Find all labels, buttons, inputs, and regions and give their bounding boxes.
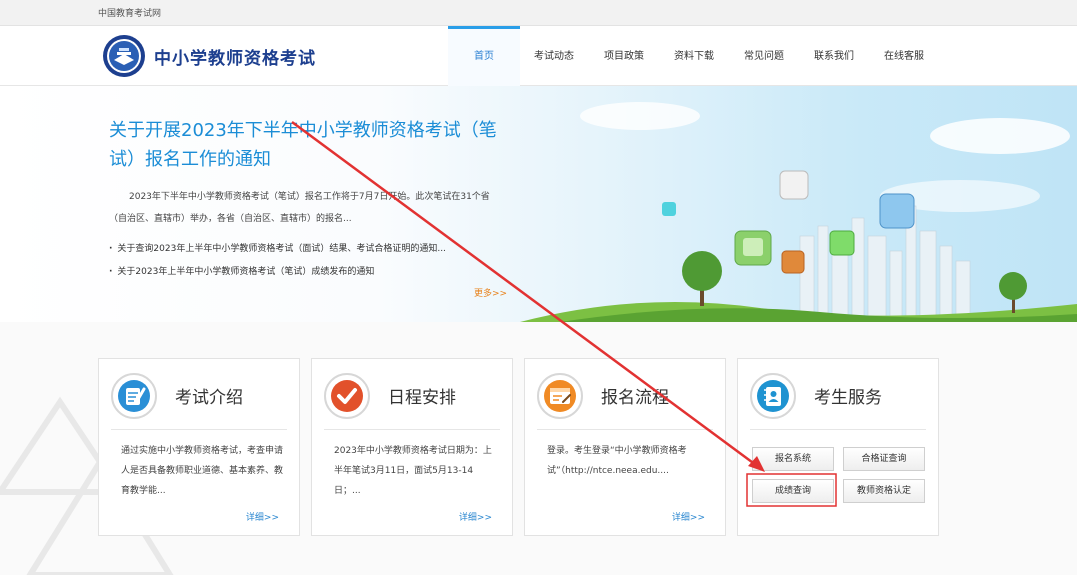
card-registration-process: 报名流程 登录。考生登录“中小学教师资格考试”（http://ntce.neea…: [524, 358, 726, 536]
nav-home[interactable]: 首页: [448, 26, 520, 86]
nav-policy[interactable]: 项目政策: [596, 26, 652, 86]
card-exam-intro: 考试介绍 通过实施中小学教师资格考试，考查申请人是否具备教师职业道德、基本素养、…: [98, 358, 300, 536]
certificate-query-button[interactable]: 合格证查询: [843, 447, 925, 471]
nav-contact[interactable]: 联系我们: [806, 26, 862, 86]
news-list: 关于查询2023年上半年中小学教师资格考试（面试）结果、考试合格证明的通知...…: [109, 238, 499, 284]
top-bar: 中国教育考试网: [0, 0, 1077, 26]
site-name[interactable]: 中国教育考试网: [98, 6, 161, 19]
nav-faq[interactable]: 常见问题: [736, 26, 792, 86]
nav-exam-news[interactable]: 考试动态: [526, 26, 582, 86]
card-title[interactable]: 日程安排: [388, 383, 456, 408]
card-title[interactable]: 考生服务: [814, 383, 882, 408]
divider: [537, 429, 713, 430]
more-news-link[interactable]: 更多>>: [474, 286, 507, 299]
card-schedule: 日程安排 2023年中小学教师资格考试日期为：上半年笔试3月11日，面试5月13…: [311, 358, 513, 536]
detail-link[interactable]: 详细>>: [459, 510, 492, 523]
card-description: 2023年中小学教师资格考试日期为：上半年笔试3月11日，面试5月13-14日；…: [334, 446, 492, 496]
headline-summary: 2023年下半年中小学教师资格考试（笔试）报名工作将于7月7日开始。此次笔试在3…: [109, 192, 490, 224]
nav-downloads[interactable]: 资料下载: [666, 26, 722, 86]
detail-link[interactable]: 详细>>: [246, 510, 279, 523]
schedule-check-icon: [324, 373, 370, 419]
divider: [750, 429, 926, 430]
registration-form-icon: [537, 373, 583, 419]
detail-link[interactable]: 详细>>: [672, 510, 705, 523]
card-description: 通过实施中小学教师资格考试，考查申请人是否具备教师职业道德、基本素养、教育教学能…: [121, 446, 284, 496]
registration-system-button[interactable]: 报名系统: [752, 447, 834, 471]
header: 中小学教师资格考试 首页 考试动态 项目政策 资料下载 常见问题 联系我们 在线…: [0, 26, 1077, 86]
exam-intro-icon: [111, 373, 157, 419]
logo-emblem-icon[interactable]: [102, 34, 146, 78]
teacher-certification-button[interactable]: 教师资格认定: [843, 479, 925, 503]
address-book-icon: [750, 373, 796, 419]
news-item[interactable]: 关于2023年上半年中小学教师资格考试（笔试）成绩发布的通知: [109, 261, 499, 284]
nav-online-service[interactable]: 在线客服: [876, 26, 932, 86]
brand-title[interactable]: 中小学教师资格考试: [154, 44, 316, 69]
card-description: 登录。考生登录“中小学教师资格考试”（http://ntce.neea.edu.…: [547, 446, 687, 476]
card-title[interactable]: 报名流程: [601, 383, 669, 408]
card-title[interactable]: 考试介绍: [175, 383, 243, 408]
score-query-button[interactable]: 成绩查询: [752, 479, 834, 503]
divider: [324, 429, 500, 430]
hero-banner: 关于开展2023年下半年中小学教师资格考试（笔试）报名工作的通知 2023年下半…: [0, 86, 1077, 322]
headline-link[interactable]: 关于开展2023年下半年中小学教师资格考试（笔试）报名工作的通知: [109, 116, 499, 174]
divider: [111, 429, 287, 430]
news-item[interactable]: 关于查询2023年上半年中小学教师资格考试（面试）结果、考试合格证明的通知...: [109, 238, 499, 261]
